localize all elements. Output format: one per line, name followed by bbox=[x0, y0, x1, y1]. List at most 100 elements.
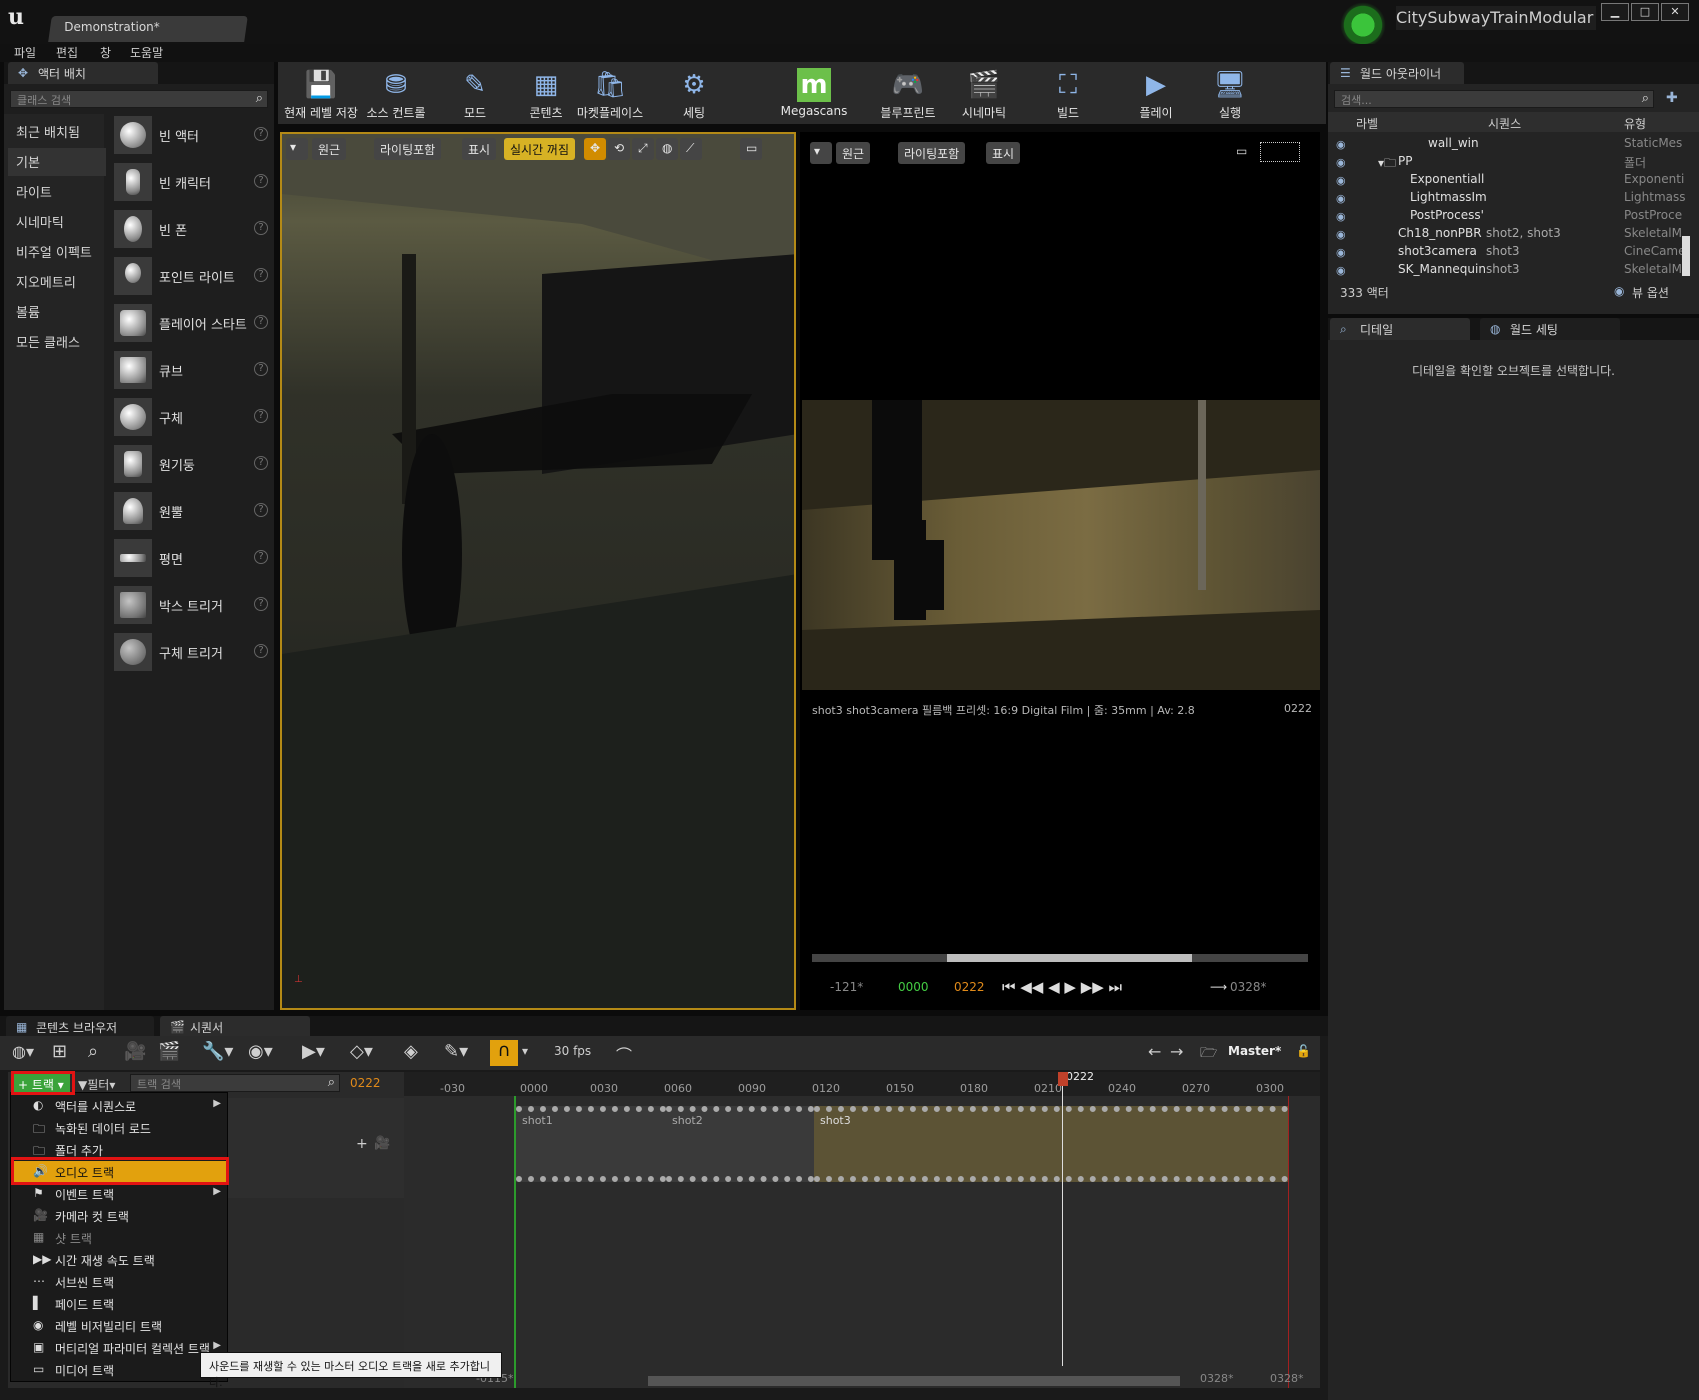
viewport-scrub-bar[interactable] bbox=[812, 954, 1308, 962]
modes-button[interactable]: ✎ 모드 bbox=[450, 62, 500, 124]
tab-details[interactable]: ⌕ 디테일 bbox=[1330, 318, 1470, 340]
visibility-eye-icon[interactable]: ◉ bbox=[1336, 228, 1346, 241]
actor-item[interactable]: 플레이어 스타트? bbox=[114, 302, 274, 346]
show-button[interactable]: 표시 bbox=[986, 142, 1021, 164]
end-marker[interactable] bbox=[1288, 1096, 1289, 1388]
minimize-button[interactable]: ▁ bbox=[1601, 3, 1629, 21]
outliner-row[interactable]: ◉ PostProcess' PostProce bbox=[1336, 208, 1694, 226]
world-icon[interactable]: ◍▾ bbox=[12, 1042, 34, 1061]
menu-window[interactable]: 창 bbox=[100, 44, 111, 61]
tab-world-settings[interactable]: ◍ 월드 세팅 bbox=[1480, 318, 1620, 340]
actor-item[interactable]: 구체? bbox=[114, 396, 274, 440]
marketplace-button[interactable]: 🛍 마켓플레이스 bbox=[572, 62, 648, 124]
move-tool-icon[interactable]: ✥ bbox=[584, 138, 606, 160]
shot-clip[interactable]: shot2 bbox=[666, 1106, 814, 1182]
outliner-row[interactable]: ◉ Ch18_nonPBR shot2, shot3 SkeletalM bbox=[1336, 226, 1694, 244]
visibility-eye-icon[interactable]: ◉ bbox=[1336, 156, 1346, 169]
visibility-eye-icon[interactable]: ◉ bbox=[1336, 210, 1346, 223]
visibility-eye-icon[interactable]: ◉ bbox=[1336, 174, 1346, 187]
perspective-button[interactable]: 원근 bbox=[836, 142, 871, 164]
perspective-button[interactable]: 원근 bbox=[312, 138, 347, 160]
actor-item[interactable]: 빈 액터? bbox=[114, 114, 274, 158]
time-ruler[interactable]: -030 0000 0030 0060 0090 0120 0150 0180 … bbox=[404, 1070, 1320, 1096]
loop-arrow-icon[interactable]: ⟶ bbox=[1210, 980, 1227, 994]
world-space-icon[interactable]: ◍ bbox=[656, 138, 678, 160]
cinematics-button[interactable]: 🎬 시네마틱 bbox=[954, 62, 1014, 124]
outliner-row[interactable]: ◉ Exponentiall Exponenti bbox=[1336, 172, 1694, 190]
shot-clip[interactable]: shot3 bbox=[814, 1106, 1288, 1182]
auto-key-icon[interactable]: ◈ bbox=[404, 1041, 418, 1062]
outliner-row[interactable]: ◉ SK_Mannequin shot3 SkeletalM bbox=[1336, 262, 1694, 280]
menu-item-material-parameter-track[interactable]: ▣ 머티리얼 파라미터 컬렉션 트랙 ▶ bbox=[11, 1337, 227, 1359]
menu-item-play-rate-track[interactable]: ▶▶ 시간 재생 속도 트랙 bbox=[11, 1249, 227, 1271]
show-button[interactable]: 표시 bbox=[462, 138, 497, 160]
actor-item[interactable]: 평면? bbox=[114, 537, 274, 581]
maximize-viewport-icon[interactable]: ▭ bbox=[740, 138, 762, 160]
column-sequence[interactable]: 시퀀스 bbox=[1488, 115, 1521, 132]
document-tab[interactable]: Demonstration* bbox=[48, 16, 248, 42]
visibility-eye-icon[interactable]: ◉ bbox=[1336, 138, 1346, 151]
actor-item[interactable]: 빈 폰? bbox=[114, 208, 274, 252]
help-icon[interactable]: ? bbox=[254, 644, 268, 658]
scale-tool-icon[interactable]: ⤢ bbox=[632, 138, 654, 160]
menu-item-camera-cut-track[interactable]: 🎥 카메라 컷 트랙 bbox=[11, 1205, 227, 1227]
save-sequence-icon[interactable]: ⊞ bbox=[52, 1041, 67, 1062]
blueprints-button[interactable]: 🎮 블루프린트 bbox=[872, 62, 944, 124]
menu-item-media-track[interactable]: ▭ 미디어 트랙 bbox=[11, 1359, 227, 1381]
category-all-classes[interactable]: 모든 클래스 bbox=[8, 328, 106, 356]
column-label[interactable]: 라벨 bbox=[1356, 115, 1378, 132]
shot-camera-icon[interactable]: 🎥 bbox=[374, 1136, 390, 1151]
view-options-eye-icon[interactable]: ◉ bbox=[1614, 284, 1624, 298]
megascans-button[interactable]: m Megascans bbox=[780, 62, 848, 124]
timeline-scrollbar[interactable] bbox=[648, 1376, 1180, 1386]
outliner-search-input[interactable]: 검색... ⌕ bbox=[1334, 90, 1654, 108]
visibility-eye-icon[interactable]: ◉ bbox=[1336, 264, 1346, 277]
project-badge-icon[interactable] bbox=[1340, 2, 1386, 48]
menu-item-actor-to-sequencer[interactable]: ◐ 액터를 시퀀스로 ▶ bbox=[11, 1095, 227, 1117]
fps-selector[interactable]: 30 fps bbox=[554, 1044, 591, 1058]
outliner-row[interactable]: ◉ ▾🗀 PP 폴더 bbox=[1336, 154, 1694, 172]
launch-button[interactable]: 🖥 실행 bbox=[1206, 62, 1254, 124]
category-cinematic[interactable]: 시네마틱 bbox=[8, 208, 106, 236]
tab-content-browser[interactable]: ▦ 콘텐츠 브라우저 bbox=[6, 1016, 154, 1038]
category-lights[interactable]: 라이트 bbox=[8, 178, 106, 206]
forward-arrow-icon[interactable]: → bbox=[1170, 1042, 1183, 1061]
menu-help[interactable]: 도움말 bbox=[130, 44, 163, 61]
category-recent[interactable]: 최근 배치됨 bbox=[8, 118, 106, 146]
outliner-scrollbar[interactable] bbox=[1682, 236, 1690, 276]
visibility-eye-icon[interactable]: ◉ bbox=[1336, 246, 1346, 259]
tab-place-actors[interactable]: ✥ 액터 배치 bbox=[8, 62, 158, 84]
menu-item-fade-track[interactable]: ▌ 페이드 트랙 bbox=[11, 1293, 227, 1315]
curve-editor-icon[interactable]: ⌒ bbox=[616, 1042, 632, 1066]
help-icon[interactable]: ? bbox=[254, 221, 268, 235]
menu-item-level-visibility-track[interactable]: ◉ 레벨 비저빌리티 트랙 bbox=[11, 1315, 227, 1337]
menu-item-shot-track[interactable]: ▦ 샷 트랙 bbox=[11, 1227, 227, 1249]
actor-item[interactable]: 큐브? bbox=[114, 349, 274, 393]
category-geometry[interactable]: 지오메트리 bbox=[8, 268, 106, 296]
find-icon[interactable]: ⌕ bbox=[88, 1041, 98, 1062]
actor-item[interactable]: 구체 트리거? bbox=[114, 631, 274, 675]
playback-options-icon[interactable]: ▶▾ bbox=[302, 1041, 325, 1062]
viewport-options-chevron-icon[interactable]: ▾ bbox=[286, 138, 308, 160]
source-control-button[interactable]: ⛃ 소스 컨트롤 bbox=[362, 62, 430, 124]
build-button[interactable]: ⛶ 빌드 bbox=[1044, 62, 1092, 124]
save-level-button[interactable]: 💾 현재 레벨 저장 bbox=[284, 62, 358, 124]
column-type[interactable]: 유형 bbox=[1624, 115, 1646, 132]
viewport-options-chevron-icon[interactable]: ▾ bbox=[810, 142, 832, 164]
help-icon[interactable]: ? bbox=[254, 597, 268, 611]
actor-item[interactable]: 원기둥? bbox=[114, 443, 274, 487]
viewport-cinematic[interactable]: ▾ 원근 라이팅포함 표시 ▭ shot3 shot3camera 필름백 프리… bbox=[800, 132, 1320, 1010]
menu-file[interactable]: 파일 bbox=[14, 44, 36, 61]
play-button[interactable]: ▶ 플레이 bbox=[1132, 62, 1180, 124]
actor-item[interactable]: 포인트 라이트? bbox=[114, 255, 274, 299]
restore-viewport-icon[interactable]: ▭ bbox=[1236, 144, 1247, 158]
close-button[interactable]: ✕ bbox=[1661, 3, 1689, 21]
rotate-tool-icon[interactable]: ⟲ bbox=[608, 138, 630, 160]
help-icon[interactable]: ? bbox=[254, 456, 268, 470]
help-icon[interactable]: ? bbox=[254, 503, 268, 517]
help-icon[interactable]: ? bbox=[254, 362, 268, 376]
view-options-button[interactable]: 뷰 옵션 bbox=[1632, 284, 1669, 301]
menu-item-event-track[interactable]: ⚑ 이벤트 트랙 ▶ bbox=[11, 1183, 227, 1205]
sequencer-timeline[interactable]: -030 0000 0030 0060 0090 0120 0150 0180 … bbox=[404, 1070, 1320, 1388]
help-icon[interactable]: ? bbox=[254, 268, 268, 282]
